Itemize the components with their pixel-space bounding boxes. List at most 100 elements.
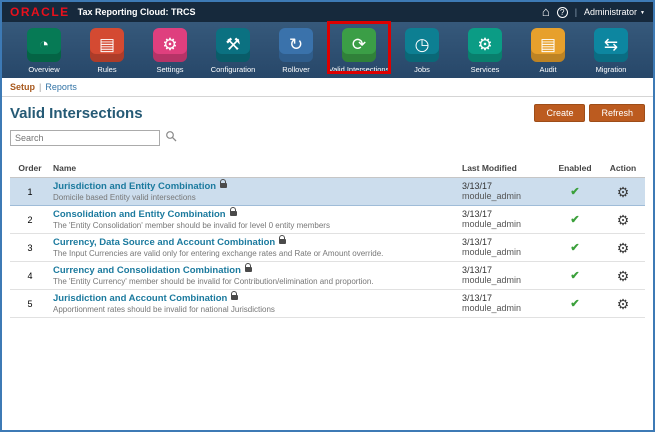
chevron-down-icon: ▼ bbox=[640, 10, 645, 16]
nav-item-label: Migration bbox=[595, 65, 627, 74]
row-description: Apportionment rates should be invalid fo… bbox=[53, 305, 275, 314]
column-header-last-modified: Last Modified bbox=[459, 159, 549, 178]
topbar-right-group: ⌂ ? | Administrator ▼ bbox=[542, 5, 645, 18]
valid-intersections-icon: ⟳ bbox=[342, 28, 376, 62]
enabled-check-icon: ✔ bbox=[570, 298, 580, 310]
nav-item-settings[interactable]: ⚙ Settings bbox=[139, 28, 202, 78]
nav-item-label: Rules bbox=[97, 65, 117, 74]
overview-tile: ◔ bbox=[27, 28, 61, 62]
row-name-cell: Currency and Consolidation Combination Th… bbox=[50, 261, 459, 290]
modified-by: module_admin bbox=[462, 219, 522, 229]
last-modified-cell: 3/13/17 module_admin bbox=[459, 261, 549, 290]
row-description: The 'Entity Consolidation' member should… bbox=[53, 221, 330, 230]
valid-intersections-tile: ⟳ bbox=[327, 21, 391, 74]
search-input[interactable] bbox=[10, 130, 160, 146]
breadcrumb-setup-link[interactable]: Setup bbox=[10, 82, 35, 92]
nav-item-label: Audit bbox=[539, 65, 557, 74]
last-modified-cell: 3/13/17 module_admin bbox=[459, 233, 549, 262]
action-gear-icon[interactable]: ⚙ bbox=[617, 184, 630, 200]
table-row[interactable]: 5 Jurisdiction and Account Combination App… bbox=[10, 289, 645, 318]
action-gear-icon[interactable]: ⚙ bbox=[617, 212, 630, 228]
column-header-order: Order bbox=[10, 159, 50, 178]
nav-item-services[interactable]: ⚙ Services bbox=[454, 28, 517, 78]
enabled-check-icon: ✔ bbox=[570, 214, 580, 226]
page-title: Valid Intersections bbox=[10, 104, 143, 122]
table-header-row: Order Name Last Modified Enabled Action bbox=[10, 159, 645, 178]
nav-item-rules[interactable]: ▤ Rules bbox=[76, 28, 139, 78]
search-row bbox=[2, 125, 653, 149]
nav-item-valid-intersections[interactable]: ⟳ Valid Intersections bbox=[327, 21, 391, 78]
row-description: Domicile based Entity valid intersection… bbox=[53, 193, 196, 202]
last-modified-cell: 3/13/17 module_admin bbox=[459, 289, 549, 318]
intersection-name-link[interactable]: Currency and Consolidation Combination bbox=[53, 265, 241, 276]
lock-icon bbox=[229, 207, 237, 216]
settings-gear-icon: ⚙ bbox=[153, 28, 187, 62]
nav-item-migration[interactable]: ⇆ Migration bbox=[580, 28, 643, 78]
action-gear-icon[interactable]: ⚙ bbox=[617, 240, 630, 256]
table-row[interactable]: 3 Currency, Data Source and Account Combi… bbox=[10, 233, 645, 262]
jobs-clock-icon: ◷ bbox=[405, 28, 439, 62]
intersection-name-link[interactable]: Jurisdiction and Account Combination bbox=[53, 293, 227, 304]
migration-arrows-icon: ⇆ bbox=[594, 28, 628, 62]
audit-list-icon: ▤ bbox=[531, 28, 565, 62]
modified-date: 3/13/17 bbox=[462, 265, 493, 275]
audit-tile: ▤ bbox=[531, 28, 565, 62]
modified-by: module_admin bbox=[462, 191, 522, 201]
top-bar: ORACLE Tax Reporting Cloud: TRCS ⌂ ? | A… bbox=[2, 2, 653, 22]
intersection-name-link[interactable]: Consolidation and Entity Combination bbox=[53, 209, 226, 220]
nav-item-overview[interactable]: ◔ Overview bbox=[13, 28, 76, 78]
action-gear-icon[interactable]: ⚙ bbox=[617, 268, 630, 284]
enabled-check-icon: ✔ bbox=[570, 242, 580, 254]
migration-tile: ⇆ bbox=[594, 28, 628, 62]
user-menu[interactable]: Administrator ▼ bbox=[584, 7, 645, 17]
nav-item-audit[interactable]: ▤ Audit bbox=[517, 28, 580, 78]
modified-date: 3/13/17 bbox=[462, 209, 493, 219]
search-icon[interactable] bbox=[165, 129, 177, 147]
nav-item-jobs[interactable]: ◷ Jobs bbox=[391, 28, 454, 78]
nav-item-label: Jobs bbox=[414, 65, 430, 74]
row-name-cell: Consolidation and Entity Combination The … bbox=[50, 205, 459, 234]
breadcrumb: Setup | Reports bbox=[2, 78, 653, 97]
app-title: Tax Reporting Cloud: TRCS bbox=[77, 7, 196, 17]
row-order: 3 bbox=[10, 233, 50, 262]
nav-item-configuration[interactable]: ⚒ Configuration bbox=[202, 28, 265, 78]
services-tile: ⚙ bbox=[468, 28, 502, 62]
column-header-action: Action bbox=[601, 159, 645, 178]
row-order: 2 bbox=[10, 205, 50, 234]
oracle-logo: ORACLE bbox=[10, 5, 70, 19]
intersection-name-link[interactable]: Jurisdiction and Entity Combination bbox=[53, 181, 216, 192]
create-button[interactable]: Create bbox=[534, 104, 586, 122]
home-icon[interactable]: ⌂ bbox=[542, 5, 550, 18]
rules-icon: ▤ bbox=[90, 28, 124, 62]
row-order: 4 bbox=[10, 261, 50, 290]
app-window: ORACLE Tax Reporting Cloud: TRCS ⌂ ? | A… bbox=[0, 0, 655, 432]
modified-date: 3/13/17 bbox=[462, 293, 493, 303]
lock-icon bbox=[220, 179, 228, 188]
column-header-name: Name bbox=[50, 159, 459, 178]
table-row[interactable]: 4 Currency and Consolidation Combination T… bbox=[10, 261, 645, 290]
services-gear-icon: ⚙ bbox=[468, 28, 502, 62]
breadcrumb-separator: | bbox=[39, 82, 42, 92]
action-gear-icon[interactable]: ⚙ bbox=[617, 296, 630, 312]
table-row[interactable]: 1 Jurisdiction and Entity Combination Domi… bbox=[10, 177, 645, 206]
rollover-arrow-icon: ↻ bbox=[279, 28, 313, 62]
intersection-name-link[interactable]: Currency, Data Source and Account Combin… bbox=[53, 237, 275, 248]
row-name-cell: Jurisdiction and Account Combination Appo… bbox=[50, 289, 459, 318]
help-icon[interactable]: ? bbox=[556, 6, 568, 18]
row-name-cell: Jurisdiction and Entity Combination Domic… bbox=[50, 177, 459, 206]
jobs-tile: ◷ bbox=[405, 28, 439, 62]
nav-item-label: Valid Intersections bbox=[328, 65, 390, 74]
lock-icon bbox=[279, 235, 287, 244]
table-row[interactable]: 2 Consolidation and Entity Combination The… bbox=[10, 205, 645, 234]
row-description: The 'Entity Currency' member should be i… bbox=[53, 277, 374, 286]
rollover-tile: ↻ bbox=[279, 28, 313, 62]
nav-item-label: Settings bbox=[156, 65, 184, 74]
last-modified-cell: 3/13/17 module_admin bbox=[459, 205, 549, 234]
nav-item-rollover[interactable]: ↻ Rollover bbox=[265, 28, 328, 78]
intersections-table: Order Name Last Modified Enabled Action 1 Jur… bbox=[10, 159, 645, 318]
row-order: 5 bbox=[10, 289, 50, 318]
breadcrumb-reports-link[interactable]: Reports bbox=[45, 82, 77, 92]
row-description: The Input Currencies are valid only for … bbox=[53, 249, 384, 258]
refresh-button[interactable]: Refresh bbox=[589, 104, 645, 122]
topbar-separator: | bbox=[574, 7, 578, 17]
